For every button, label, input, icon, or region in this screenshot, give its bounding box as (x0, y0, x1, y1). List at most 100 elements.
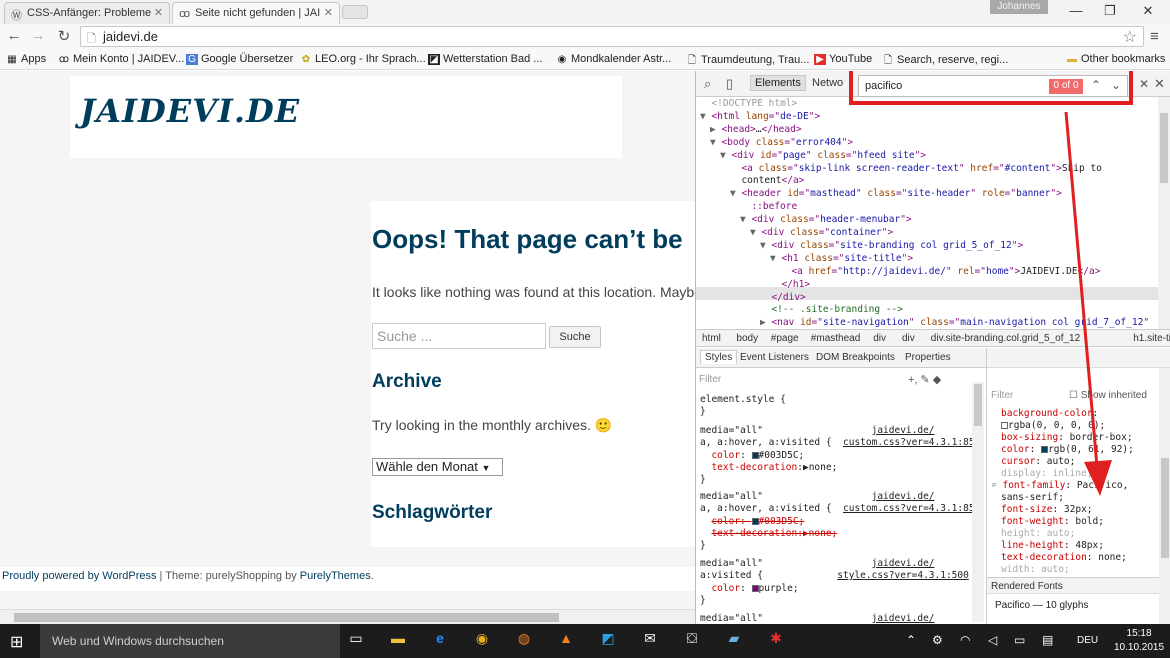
site-logo[interactable]: JAIDEVI.DE (80, 92, 300, 130)
scrollbar-thumb[interactable] (1160, 113, 1168, 183)
search-button[interactable]: Suche (549, 326, 601, 348)
expand-triangle-icon[interactable]: ▼ (770, 253, 781, 264)
expand-triangle-icon[interactable]: ▼ (750, 227, 761, 238)
tray-app-icon[interactable]: ⚙ (932, 633, 943, 647)
expand-triangle-icon[interactable]: ▼ (700, 111, 711, 122)
dom-node-line[interactable]: <!DOCTYPE html> (700, 98, 797, 111)
mail-icon[interactable]: ✉ (638, 630, 662, 652)
dom-node-line[interactable]: ▼ <h1 class="site-title"> (770, 253, 913, 266)
bookmark-wetterstation[interactable]: ◪ Wetterstation Bad ... (428, 53, 542, 65)
show-inherited-checkbox[interactable]: ☐ Show inherited (1069, 390, 1147, 401)
styles-toolbar-icons[interactable]: +, ✎ ◆ (908, 373, 941, 386)
expand-triangle-icon[interactable] (780, 266, 791, 277)
breadcrumb-item[interactable]: #masthead (811, 333, 860, 344)
dom-node-line[interactable]: <a class="skip-link screen-reader-text" … (730, 163, 1101, 176)
dom-node-line[interactable]: <a href="http://jaidevi.de/" rel="home">… (780, 266, 1100, 279)
new-tab-button[interactable] (342, 5, 368, 19)
url-text[interactable]: jaidevi.de (103, 29, 158, 44)
bookmark-apps[interactable]: ▦ Apps (6, 53, 46, 65)
dom-node-line[interactable]: ::before (740, 201, 797, 214)
dom-node-line[interactable]: ▼ <header id="masthead" class="site-head… (730, 188, 1062, 201)
dom-node-line[interactable]: ▶ <nav id="site-navigation" class="main-… (760, 317, 1149, 329)
bookmark-leo[interactable]: ✿ LEO.org - Ihr Sprach... (300, 53, 426, 65)
close-find-icon[interactable]: ✕ (1139, 77, 1149, 91)
expand-triangle-icon[interactable]: ▼ (720, 150, 731, 161)
dom-node-line[interactable]: ▶ <head>…</head> (710, 124, 802, 137)
dom-node-line[interactable]: ▼ <div id="page" class="hfeed site"> (720, 150, 926, 163)
expand-triangle-icon[interactable] (760, 304, 771, 315)
wordpress-link[interactable]: Proudly powered by WordPress (2, 570, 156, 582)
app-icon[interactable]: ◩ (596, 630, 620, 652)
expand-triangle-icon[interactable]: ▶ (710, 124, 721, 135)
dom-node-line[interactable]: ▼ <body class="error404"> (710, 137, 853, 150)
tab-network[interactable]: Netwo (812, 77, 843, 89)
bookmark-mondkalender[interactable]: ◉ Mondkalender Astr... (556, 53, 672, 65)
tab-properties[interactable]: Properties (905, 352, 951, 363)
maximize-icon[interactable]: ❐ (1090, 0, 1130, 22)
volume-icon[interactable]: ◁ (988, 633, 997, 647)
scrollbar-thumb[interactable] (1161, 458, 1169, 558)
breadcrumb-item[interactable]: div (902, 333, 915, 344)
notification-icon[interactable]: ▤ (1042, 633, 1053, 647)
close-tab-icon[interactable]: ✕ (154, 6, 163, 19)
scrollbar-thumb[interactable] (14, 613, 559, 622)
close-window-icon[interactable]: ✕ (1128, 0, 1168, 22)
notes-icon[interactable]: ▰ (722, 630, 746, 652)
close-tab-icon[interactable]: ✕ (324, 6, 333, 19)
dom-node-line[interactable]: </div> (760, 292, 805, 305)
edge-icon[interactable]: e (428, 630, 452, 652)
dom-node-line[interactable]: ▼ <div class="header-menubar"> (740, 214, 912, 227)
back-icon[interactable]: ← (4, 27, 24, 47)
wifi-icon[interactable]: ◠ (960, 633, 970, 647)
chrome-icon[interactable]: ◉ (470, 630, 494, 652)
expand-triangle-icon[interactable] (770, 279, 781, 290)
tab-seite-nicht-gefunden[interactable]: ꝏ Seite nicht gefunden | JAI ✕ (172, 2, 340, 24)
address-bar[interactable]: 🗋 jaidevi.de ☆ (80, 26, 1144, 47)
vlc-icon[interactable]: ▲ (554, 630, 578, 652)
month-select[interactable]: Wähle den Monat ▼ (372, 458, 503, 476)
expand-triangle-icon[interactable]: ▼ (730, 188, 741, 199)
tray-chevron-up-icon[interactable]: ⌃ (906, 633, 916, 647)
tab-event-listeners[interactable]: Event Listeners (740, 352, 809, 363)
tab-css-anfaenger[interactable]: Ⓦ CSS-Anfänger: Probleme ✕ (4, 2, 170, 24)
bookmark-google-uebersetzer[interactable]: G Google Übersetzer (186, 53, 293, 65)
horizontal-scrollbar[interactable] (0, 609, 695, 624)
app-red-icon[interactable]: ✱ (764, 630, 788, 652)
bookmark-search-reserve[interactable]: 🗋 Search, reserve, regi... (882, 53, 1008, 70)
device-mode-icon[interactable]: ▯ (726, 76, 733, 92)
breadcrumb-item[interactable]: h1.site-title (1133, 333, 1170, 344)
computed-scrollbar[interactable] (1159, 368, 1170, 624)
styles-filter-input[interactable]: Filter (699, 374, 721, 385)
store-icon[interactable]: ⛋ (680, 630, 704, 652)
computed-filter-input[interactable]: Filter (991, 390, 1013, 401)
tab-elements[interactable]: Elements (750, 75, 806, 91)
user-profile-badge[interactable]: Johannes (990, 0, 1048, 14)
expand-triangle-icon[interactable]: ▼ (760, 240, 771, 251)
breadcrumb-item[interactable]: #page (771, 333, 799, 344)
dom-node-line[interactable]: content</a> (730, 175, 804, 188)
close-devtools-icon[interactable]: ✕ (1154, 76, 1165, 92)
bookmark-star-icon[interactable]: ☆ (1123, 27, 1137, 47)
dom-node-line[interactable]: ▼ <html lang="de-DE"> (700, 111, 820, 124)
search-input[interactable]: Suche ... (372, 323, 546, 349)
expand-triangle-icon[interactable] (760, 292, 771, 303)
dom-node-line[interactable]: <!-- .site-branding --> (760, 304, 903, 317)
breadcrumb-item[interactable]: html (702, 333, 721, 344)
expand-triangle-icon[interactable] (740, 201, 751, 212)
windows-start-icon[interactable]: ⊞ (10, 632, 23, 652)
dom-scrollbar[interactable] (1158, 97, 1170, 329)
breadcrumb-item[interactable]: div (873, 333, 886, 344)
expand-triangle-icon[interactable]: ▼ (710, 137, 721, 148)
dom-node-line[interactable]: ▼ <div class="site-branding col grid_5_o… (760, 240, 1023, 253)
dom-node-line[interactable]: ▼ <div class="container"> (750, 227, 893, 240)
taskbar-clock[interactable]: 15:18 10.10.2015 (1114, 627, 1164, 655)
taskbar-search-box[interactable]: Web und Windows durchsuchen (40, 624, 340, 658)
task-view-icon[interactable]: ▭ (344, 630, 368, 652)
dom-node-line[interactable]: </h1> (770, 279, 810, 292)
breadcrumb-item[interactable]: body (736, 333, 758, 344)
expand-triangle-icon[interactable]: ▶ (760, 317, 771, 328)
tab-styles[interactable]: Styles (700, 350, 738, 364)
styles-scrollbar[interactable] (972, 382, 984, 622)
expand-triangle-icon[interactable] (730, 175, 741, 186)
purelythemes-link[interactable]: PurelyThemes (300, 570, 371, 582)
